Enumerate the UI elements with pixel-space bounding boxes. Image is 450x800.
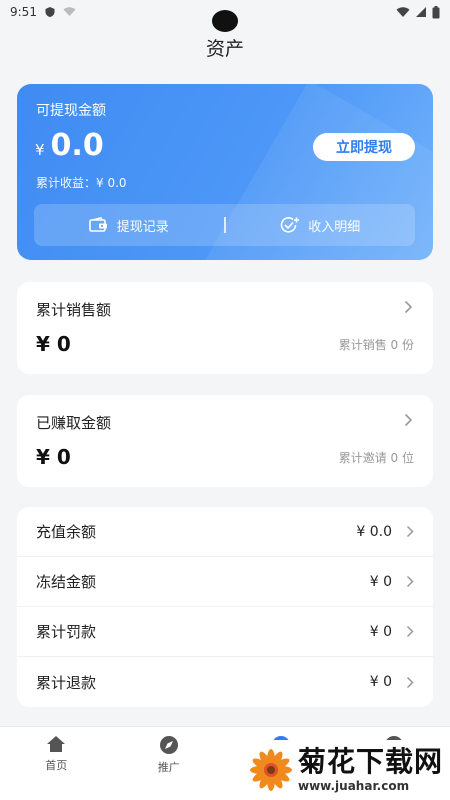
chevron-right-icon <box>406 676 414 689</box>
page-title: 资产 <box>205 38 244 60</box>
list-item-recharge-balance[interactable]: 充值余额 ¥ 0.0 <box>17 507 433 557</box>
income-details-button[interactable]: 收入明细 <box>226 216 416 235</box>
flower-logo-icon <box>248 747 294 793</box>
list-item-total-refunds[interactable]: 累计退款 ¥ 0 <box>17 657 433 707</box>
withdraw-records-label: 提现记录 <box>116 219 169 235</box>
list-item-label: 充值余额 <box>36 523 97 541</box>
earned-amount-card[interactable]: 已赚取金额 ¥ 0 累计邀请 0 位 <box>17 395 433 487</box>
withdrawable-amount: ¥ 0.0 <box>35 128 104 163</box>
tab-promote[interactable]: 推广 <box>113 727 226 800</box>
list-item-frozen-amount[interactable]: 冻结金额 ¥ 0 <box>17 557 433 607</box>
earned-amount-value: ¥ 0 <box>36 445 71 469</box>
total-sales-value: ¥ 0 <box>36 332 71 356</box>
withdrawable-label: 可提现金额 <box>36 103 106 119</box>
list-item-label: 冻结金额 <box>36 573 97 591</box>
tab-home-label: 首页 <box>45 759 68 772</box>
list-item-value: ¥ 0.0 <box>356 523 392 540</box>
home-icon <box>46 735 66 753</box>
amount-value: 0.0 <box>50 128 104 163</box>
total-sales-count: 累计销售 0 份 <box>338 338 414 352</box>
chevron-right-icon <box>406 575 414 588</box>
site-watermark: 菊花下载网 www.juahar.com <box>246 740 450 800</box>
shield-icon <box>44 6 56 18</box>
list-item-value: ¥ 0 <box>369 573 392 590</box>
chevron-right-icon <box>406 525 414 538</box>
list-item-total-fines[interactable]: 累计罚款 ¥ 0 <box>17 607 433 657</box>
balance-list: 充值余额 ¥ 0.0 冻结金额 ¥ 0 累计罚款 ¥ 0 累计退款 ¥ 0 <box>17 507 433 707</box>
watermark-title: 菊花下载网 <box>298 745 444 778</box>
income-details-label: 收入明细 <box>308 219 361 235</box>
withdraw-now-button[interactable]: 立即提现 <box>313 133 415 161</box>
chevron-right-icon <box>404 413 413 427</box>
balance-card: 可提现金额 ¥ 0.0 累计收益：¥ 0.0 立即提现 提现记录 收入明细 <box>17 84 433 260</box>
watermark-text: 菊花下载网 www.juahar.com <box>298 745 444 793</box>
wallet-icon <box>88 217 109 233</box>
total-sales-label: 累计销售额 <box>36 301 112 319</box>
tab-home[interactable]: 首页 <box>0 727 113 800</box>
check-plus-icon <box>280 216 300 234</box>
withdraw-records-button[interactable]: 提现记录 <box>34 216 224 235</box>
invite-count: 累计邀请 0 位 <box>338 451 414 465</box>
list-item-value: ¥ 0 <box>369 623 392 640</box>
status-time: 9:51 <box>10 5 37 19</box>
battery-icon <box>432 5 440 19</box>
total-earnings: 累计收益：¥ 0.0 <box>36 176 127 190</box>
compass-icon <box>159 735 179 755</box>
earned-amount-label: 已赚取金额 <box>36 414 112 432</box>
wifi-small-icon <box>63 7 76 17</box>
chevron-right-icon <box>404 300 413 314</box>
list-item-value: ¥ 0 <box>369 674 392 690</box>
camera-cutout <box>212 10 238 32</box>
chevron-right-icon <box>406 625 414 638</box>
card-actions: 提现记录 收入明细 <box>34 204 415 246</box>
tab-promote-label: 推广 <box>157 761 180 774</box>
total-sales-card[interactable]: 累计销售额 ¥ 0 累计销售 0 份 <box>17 282 433 374</box>
signal-icon <box>415 6 427 18</box>
wifi-icon <box>396 6 410 18</box>
watermark-url: www.juahar.com <box>298 779 410 793</box>
list-item-label: 累计退款 <box>36 673 97 692</box>
list-item-label: 累计罚款 <box>36 623 97 641</box>
currency-symbol: ¥ <box>35 141 45 159</box>
